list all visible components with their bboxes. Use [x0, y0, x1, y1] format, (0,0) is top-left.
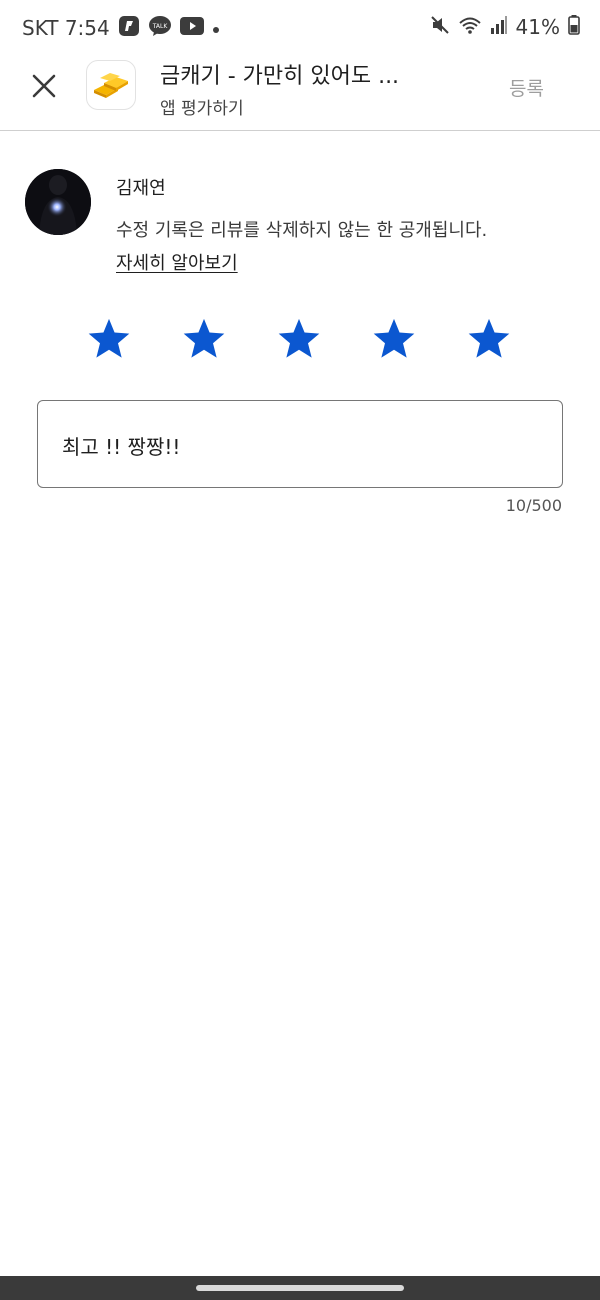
learn-more-link[interactable]: 자세히 알아보기: [116, 249, 238, 275]
dot-icon: [212, 19, 220, 38]
avatar: [25, 169, 91, 235]
star-1[interactable]: [85, 316, 133, 362]
star-4[interactable]: [370, 316, 418, 362]
page-subtitle: 앱 평가하기: [160, 99, 244, 119]
wifi-icon: [458, 15, 482, 39]
close-button[interactable]: [28, 70, 60, 102]
close-icon: [32, 74, 56, 98]
signal-icon: [490, 15, 508, 39]
star-rating: [85, 316, 525, 366]
user-name: 김재연: [116, 178, 166, 199]
review-input[interactable]: 최고 !! 짱짱!!: [37, 400, 563, 488]
app-notification-icon: [118, 15, 140, 41]
app-title: 금캐기 - 가만히 있어도 ...: [160, 64, 400, 89]
star-2[interactable]: [180, 316, 228, 362]
star-3[interactable]: [275, 316, 323, 362]
battery-icon: [568, 15, 580, 39]
character-counter: 10/500: [505, 496, 562, 515]
home-indicator[interactable]: [196, 1285, 404, 1291]
gold-bars-icon: [94, 73, 128, 98]
app-icon: [86, 60, 136, 110]
star-5[interactable]: [465, 316, 513, 362]
status-bar: SKT 7:54 TALK 41%: [0, 0, 600, 56]
review-header: 금캐기 - 가만히 있어도 ... 앱 평가하기 등록: [0, 56, 600, 131]
carrier-time: SKT 7:54: [22, 16, 110, 40]
status-right: 41%: [430, 15, 580, 39]
mute-icon: [430, 15, 450, 39]
submit-button[interactable]: 등록: [509, 74, 544, 101]
kakao-talk-icon: TALK: [148, 15, 172, 41]
youtube-icon: [179, 17, 204, 39]
svg-text:TALK: TALK: [151, 23, 168, 30]
public-notice: 수정 기록은 리뷰를 삭제하지 않는 한 공개됩니다.: [116, 220, 488, 241]
status-left: SKT 7:54 TALK: [22, 15, 220, 41]
review-text: 최고 !! 짱짱!!: [62, 435, 181, 459]
battery-percentage: 41%: [515, 15, 560, 39]
